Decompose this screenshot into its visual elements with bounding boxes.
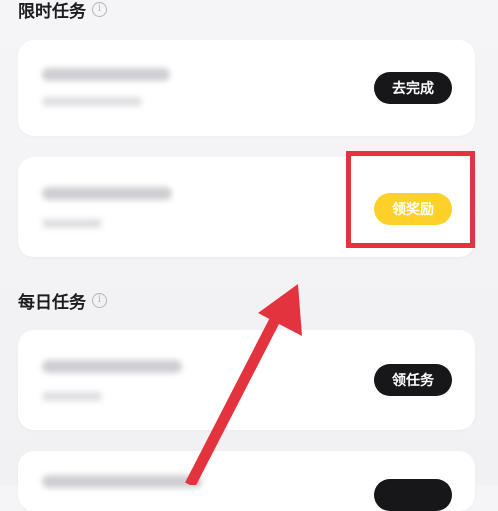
annotation-arrow [185,284,302,485]
